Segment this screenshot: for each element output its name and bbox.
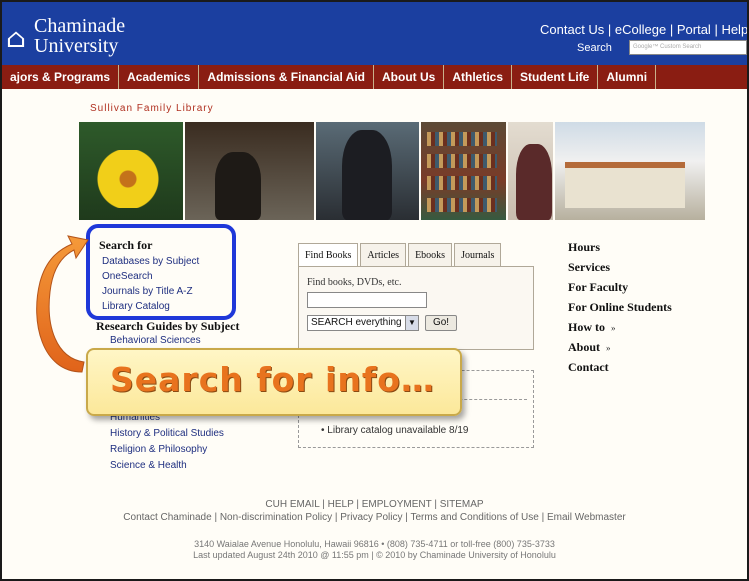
chevron-down-icon[interactable]: » (606, 343, 611, 353)
nav-about-us[interactable]: About Us (374, 65, 445, 89)
book-shelf (426, 176, 497, 190)
banner-photo-bookshelves (420, 122, 506, 220)
link-contact-label: Contact (568, 360, 609, 374)
link-databases-by-subject[interactable]: Databases by Subject (102, 256, 199, 267)
site-header: ⌂ Chaminade University Contact Us | eCol… (2, 2, 747, 65)
search-scope-select[interactable]: SEARCH everything ▼ (307, 315, 419, 331)
link-for-faculty[interactable]: For Faculty (568, 280, 628, 295)
footer-address: 3140 Waialae Avenue Honolulu, Hawaii 968… (194, 539, 555, 549)
university-logo-icon[interactable]: ⌂ (6, 22, 30, 56)
footer-policy-links[interactable]: Contact Chaminade | Non-discrimination P… (2, 512, 747, 523)
research-guides-heading: Research Guides by Subject (96, 319, 240, 333)
link-about-label: About (568, 340, 601, 354)
main-nav: ajors & Programs Academics Admissions & … (2, 65, 747, 89)
link-for-faculty-label: For Faculty (568, 280, 629, 294)
book-shelf (426, 198, 497, 212)
link-about[interactable]: About » (568, 340, 611, 355)
tab-journals[interactable]: Journals (454, 243, 502, 267)
curved-arrow-icon (36, 235, 89, 373)
library-title[interactable]: Sullivan Family Library (90, 103, 214, 114)
book-shelf (426, 154, 497, 168)
notice-text: Library catalog unavailable 8/19 (327, 425, 469, 436)
link-contact[interactable]: Contact (568, 360, 609, 375)
search-callout: Search for info… (86, 348, 462, 416)
tab-find-books[interactable]: Find Books (298, 243, 359, 267)
search-label: Search (577, 42, 612, 54)
top-link-ecollege[interactable]: eCollege (615, 22, 666, 37)
banner-photo-student-reading (507, 122, 554, 220)
link-for-online-students[interactable]: For Online Students (568, 300, 672, 315)
link-services-label: Services (568, 260, 610, 274)
screenshot-frame: ⌂ Chaminade University Contact Us | eCol… (0, 0, 749, 581)
link-services[interactable]: Services (568, 260, 610, 275)
top-link-portal[interactable]: Portal (677, 22, 711, 37)
footer-updated: Last updated August 24th 2010 @ 11:55 pm… (193, 550, 556, 560)
university-logo-text[interactable]: Chaminade University (34, 16, 125, 56)
nav-athletics[interactable]: Athletics (444, 65, 513, 89)
banner-photo-student-computer (316, 122, 419, 220)
link-journals-by-title[interactable]: Journals by Title A-Z (102, 286, 193, 297)
logo-line-2: University (34, 35, 119, 57)
photo-banner (79, 122, 705, 220)
search-tabs: Find Books Articles Ebooks Journals (298, 243, 503, 267)
student-figure (515, 144, 552, 220)
top-link-help[interactable]: Help (721, 22, 747, 37)
find-books-label: Find books, DVDs, etc. (307, 277, 402, 288)
link-library-catalog[interactable]: Library Catalog (102, 301, 170, 312)
logo-line-1: Chaminade (34, 15, 126, 37)
chevron-down-icon[interactable]: ▼ (405, 316, 418, 330)
search-for-highlight: Search for Databases by Subject OneSearc… (86, 224, 236, 320)
notice-item[interactable]: • Library catalog unavailable 8/19 (321, 425, 469, 436)
book-shelf (426, 132, 497, 146)
search-for-heading: Search for (99, 238, 153, 252)
tab-ebooks[interactable]: Ebooks (408, 243, 453, 267)
banner-photo-student-phone (184, 122, 315, 220)
chevron-down-icon[interactable]: » (611, 323, 616, 333)
link-for-online-students-label: For Online Students (568, 300, 672, 314)
guide-behavioral-sciences[interactable]: Behavioral Sciences (110, 335, 201, 346)
link-hours-label: Hours (568, 240, 601, 254)
site-search-input[interactable]: Google™ Custom Search (629, 40, 747, 55)
callout-text: Search for info… (110, 360, 435, 399)
guide-history-political[interactable]: History & Political Studies (110, 428, 224, 439)
find-books-panel: Find books, DVDs, etc. SEARCH everything… (298, 266, 534, 350)
link-how-to[interactable]: How to » (568, 320, 616, 335)
student-figure (214, 152, 261, 220)
nav-majors-programs[interactable]: ajors & Programs (2, 65, 120, 89)
find-books-input[interactable] (307, 292, 427, 308)
top-link-contact[interactable]: Contact Us (540, 22, 604, 37)
hibiscus-flower (97, 150, 159, 208)
banner-photo-flower (79, 122, 183, 220)
nav-student-life[interactable]: Student Life (512, 65, 599, 89)
student-figure (342, 130, 393, 220)
campus-building (565, 162, 686, 208)
top-links: Contact Us | eCollege | Portal | Help (540, 22, 749, 37)
banner-photo-campus-building (555, 122, 705, 220)
link-onesearch[interactable]: OneSearch (102, 271, 153, 282)
tab-articles[interactable]: Articles (360, 243, 407, 267)
go-button[interactable]: Go! (425, 315, 457, 331)
link-how-to-label: How to (568, 320, 605, 334)
search-scope-value: SEARCH everything (311, 317, 402, 328)
link-hours[interactable]: Hours (568, 240, 600, 255)
nav-academics[interactable]: Academics (119, 65, 200, 89)
nav-admissions[interactable]: Admissions & Financial Aid (199, 65, 375, 89)
nav-alumni[interactable]: Alumni (598, 65, 657, 89)
guide-science-health[interactable]: Science & Health (110, 460, 187, 471)
guide-religion-philosophy[interactable]: Religion & Philosophy (110, 444, 207, 455)
footer-links[interactable]: CUH EMAIL | HELP | EMPLOYMENT | SITEMAP (2, 499, 747, 510)
